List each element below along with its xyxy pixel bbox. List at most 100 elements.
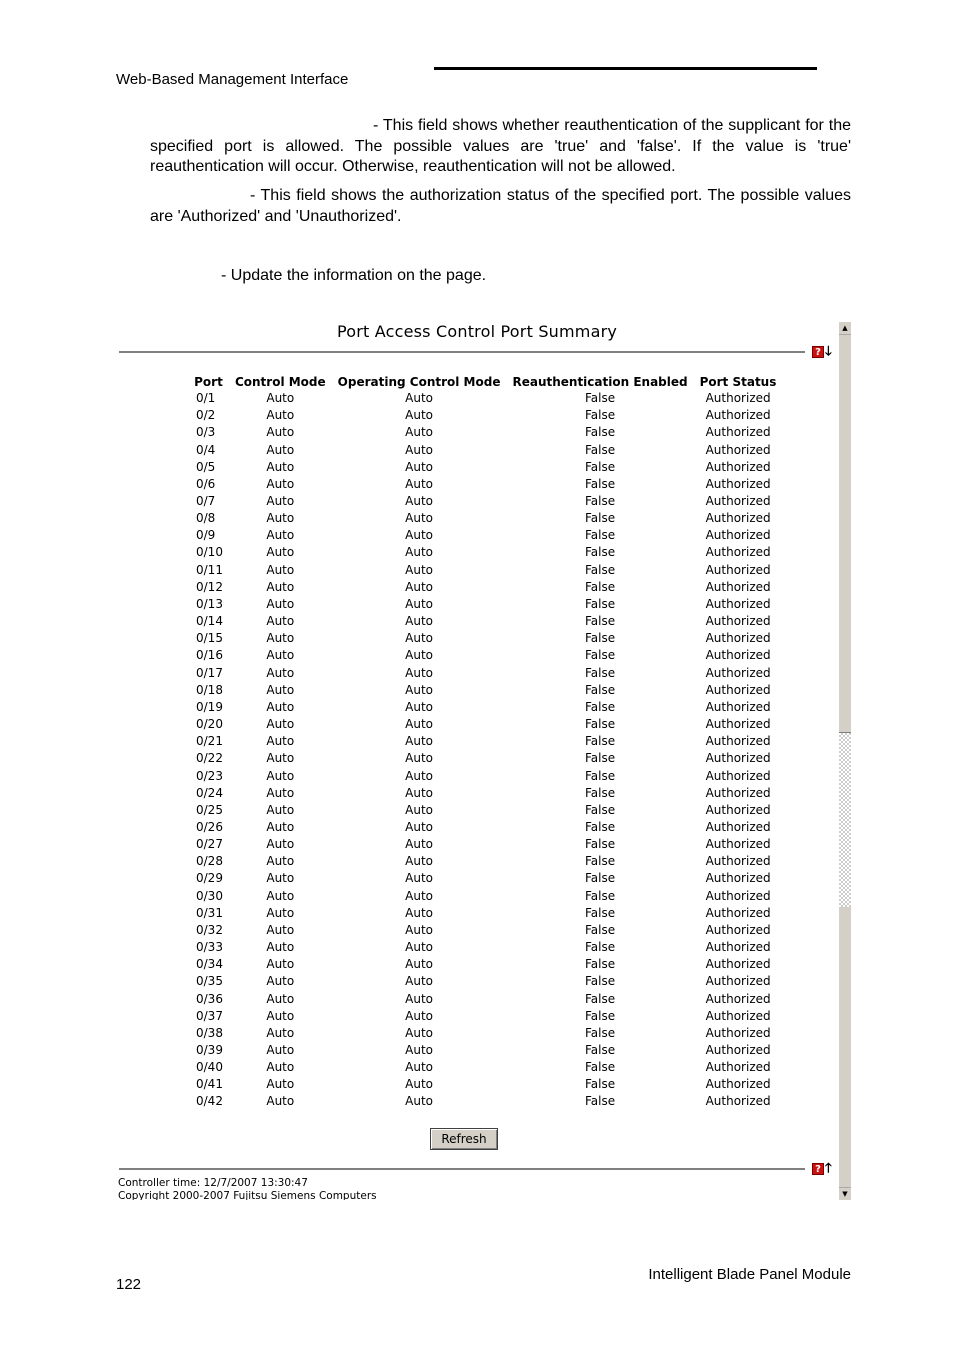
table-row: 0/29 Auto Auto False Authorized — [188, 870, 782, 887]
cell-port: 0/16 — [196, 648, 223, 663]
cell-operating-control-mode: Auto — [405, 596, 433, 611]
cell-port-status: Authorized — [705, 391, 771, 406]
cell-control-mode: Auto — [266, 545, 295, 560]
table-row: 0/28 Auto Auto False Authorized — [188, 853, 782, 870]
cell-control-mode: Auto — [266, 837, 295, 852]
cell-reauthentication-enabled: False — [584, 1008, 616, 1023]
table-row: 0/3 Auto Auto False Authorized — [188, 424, 782, 441]
cell-port: 0/5 — [196, 459, 216, 474]
scroll-down-button[interactable]: ▼ — [839, 1187, 851, 1200]
help-icon-bottom[interactable]: ? — [812, 1163, 824, 1175]
cell-control-mode: Auto — [266, 785, 295, 800]
cell-reauthentication-enabled: False — [584, 682, 616, 697]
cell-operating-control-mode: Auto — [405, 1077, 433, 1092]
cell-port: 0/14 — [196, 614, 223, 629]
cell-reauthentication-enabled: False — [584, 717, 616, 732]
cell-port: 0/17 — [196, 665, 223, 680]
cell-control-mode: Auto — [266, 957, 295, 972]
cell-port: 0/41 — [196, 1077, 223, 1092]
cell-operating-control-mode: Auto — [405, 459, 433, 474]
scroll-up-button[interactable]: ▲ — [839, 322, 851, 335]
table-row: 0/13 Auto Auto False Authorized — [188, 596, 782, 613]
scrollbar-thumb[interactable] — [839, 732, 851, 907]
port-summary-table: Port Control Mode Operating Control Mode… — [188, 373, 782, 1111]
cell-port-status: Authorized — [705, 631, 771, 646]
refresh-button[interactable]: Refresh — [430, 1128, 498, 1150]
cell-port: 0/13 — [196, 596, 223, 611]
table-row: 0/16 Auto Auto False Authorized — [188, 647, 782, 664]
cell-port-status: Authorized — [705, 425, 771, 440]
cell-control-mode: Auto — [266, 940, 295, 955]
cell-port-status: Authorized — [705, 596, 771, 611]
cell-control-mode: Auto — [266, 459, 295, 474]
cell-control-mode: Auto — [266, 1094, 295, 1109]
cell-control-mode: Auto — [266, 494, 295, 509]
table-row: 0/22 Auto Auto False Authorized — [188, 750, 782, 767]
cell-port: 0/29 — [196, 871, 223, 886]
cell-port-status: Authorized — [705, 888, 771, 903]
cell-control-mode: Auto — [266, 819, 295, 834]
running-head: Web-Based Management Interface — [116, 71, 349, 88]
refresh-description: - Update the information on the page. — [221, 267, 487, 284]
cell-operating-control-mode: Auto — [405, 545, 433, 560]
cell-reauthentication-enabled: False — [584, 991, 616, 1006]
table-row: 0/27 Auto Auto False Authorized — [188, 836, 782, 853]
table-row: 0/38 Auto Auto False Authorized — [188, 1025, 782, 1042]
cell-reauthentication-enabled: False — [584, 614, 616, 629]
cell-control-mode: Auto — [266, 854, 295, 869]
bottom-divider — [119, 1168, 805, 1170]
cell-reauthentication-enabled: False — [584, 819, 616, 834]
page-number: 122 — [116, 1276, 142, 1293]
cell-reauthentication-enabled: False — [584, 768, 616, 783]
cell-reauthentication-enabled: False — [584, 425, 616, 440]
cell-port: 0/6 — [196, 476, 216, 491]
port-status-description: - This field shows the authorization sta… — [150, 187, 851, 225]
cell-operating-control-mode: Auto — [405, 974, 433, 989]
cell-reauthentication-enabled: False — [584, 785, 616, 800]
cell-reauthentication-enabled: False — [584, 648, 616, 663]
cell-port-status: Authorized — [705, 922, 771, 937]
cell-port: 0/31 — [196, 905, 223, 920]
cell-operating-control-mode: Auto — [405, 1008, 433, 1023]
cell-port-status: Authorized — [705, 408, 771, 423]
cell-operating-control-mode: Auto — [405, 871, 433, 886]
arrow-up-icon[interactable]: 🡑 — [825, 1162, 832, 1175]
cell-operating-control-mode: Auto — [405, 768, 433, 783]
cell-port-status: Authorized — [705, 459, 771, 474]
cell-port: 0/11 — [196, 562, 223, 577]
cell-control-mode: Auto — [266, 699, 295, 714]
cell-operating-control-mode: Auto — [405, 785, 433, 800]
cell-operating-control-mode: Auto — [405, 819, 433, 834]
cell-operating-control-mode: Auto — [405, 905, 433, 920]
cell-port: 0/27 — [196, 837, 223, 852]
cell-control-mode: Auto — [266, 974, 295, 989]
help-icon[interactable]: ? — [812, 346, 824, 358]
table-row: 0/25 Auto Auto False Authorized — [188, 802, 782, 819]
cell-port: 0/24 — [196, 785, 223, 800]
cell-control-mode: Auto — [266, 768, 295, 783]
cell-reauthentication-enabled: False — [584, 837, 616, 852]
table-row: 0/34 Auto Auto False Authorized — [188, 956, 782, 973]
cell-port: 0/40 — [196, 1060, 223, 1075]
cell-port-status: Authorized — [705, 494, 771, 509]
cell-port: 0/19 — [196, 699, 223, 714]
header-port-status: Port Status — [699, 374, 777, 389]
cell-port-status: Authorized — [705, 665, 771, 680]
cell-operating-control-mode: Auto — [405, 802, 433, 817]
cell-reauthentication-enabled: False — [584, 699, 616, 714]
table-row: 0/7 Auto Auto False Authorized — [188, 493, 782, 510]
cell-operating-control-mode: Auto — [405, 408, 433, 423]
table-row: 0/32 Auto Auto False Authorized — [188, 922, 782, 939]
arrow-down-icon[interactable]: 🡓 — [825, 345, 832, 358]
cell-control-mode: Auto — [266, 1008, 295, 1023]
table-row: 0/30 Auto Auto False Authorized — [188, 888, 782, 905]
cell-control-mode: Auto — [266, 1060, 295, 1075]
vertical-scrollbar[interactable]: ▲ ▼ — [839, 322, 851, 1200]
cell-control-mode: Auto — [266, 1025, 295, 1040]
cell-port-status: Authorized — [705, 802, 771, 817]
cell-control-mode: Auto — [266, 717, 295, 732]
cell-control-mode: Auto — [266, 476, 295, 491]
cell-port-status: Authorized — [705, 717, 771, 732]
cell-port: 0/37 — [196, 1008, 223, 1023]
table-row: 0/8 Auto Auto False Authorized — [188, 510, 782, 527]
